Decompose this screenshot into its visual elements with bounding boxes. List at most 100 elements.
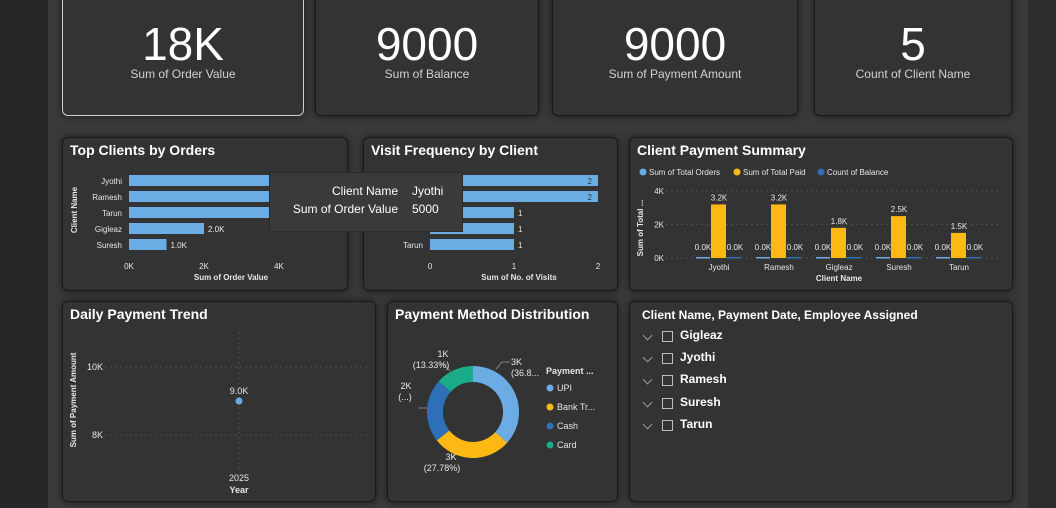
chevron-down-icon[interactable] bbox=[642, 419, 653, 430]
x-tick: Ramesh bbox=[764, 263, 794, 272]
checkbox[interactable] bbox=[662, 420, 673, 431]
data-label: 1 bbox=[518, 209, 523, 218]
bar-paid bbox=[771, 204, 786, 258]
chevron-down-icon[interactable] bbox=[642, 330, 653, 341]
checkbox[interactable] bbox=[662, 353, 673, 364]
x-tick: Jyothi bbox=[709, 263, 730, 272]
x-axis-title: Sum of Order Value bbox=[194, 273, 269, 282]
data-label: 9.0K bbox=[230, 386, 249, 396]
chevron-down-icon[interactable] bbox=[642, 374, 653, 385]
kpi-label: Sum of Order Value bbox=[130, 67, 236, 81]
payment-method-chart[interactable]: Payment Method Distribution 3K (36.8... … bbox=[387, 301, 618, 502]
checkbox[interactable] bbox=[662, 331, 673, 342]
tooltip-value-order-value: 5000 bbox=[412, 202, 439, 216]
chevron-down-icon[interactable] bbox=[642, 397, 653, 408]
slice-label-cash-value: 2K bbox=[400, 381, 411, 391]
daily-trend-chart[interactable]: Daily Payment Trend Sum of Payment Amoun… bbox=[62, 301, 376, 502]
data-label: 0.0K bbox=[935, 243, 952, 252]
slicer-item[interactable]: Suresh bbox=[642, 395, 842, 415]
data-point bbox=[235, 397, 243, 405]
chevron-down-icon[interactable] bbox=[642, 352, 653, 363]
y-tick: Gigleaz bbox=[95, 225, 122, 234]
kpi-card-client-count[interactable]: 5 Count of Client Name bbox=[814, 0, 1012, 116]
data-label: 1.5K bbox=[951, 222, 968, 231]
y-tick: 8K bbox=[92, 430, 103, 440]
tooltip-key-order-value: Sum of Order Value bbox=[292, 202, 398, 216]
data-label: 0.0K bbox=[967, 243, 984, 252]
y-tick: Jyothi bbox=[101, 177, 122, 186]
data-label: 2.5K bbox=[891, 205, 908, 214]
checkbox[interactable] bbox=[662, 398, 673, 409]
donut-slice bbox=[427, 381, 451, 441]
slicer-item[interactable]: Jyothi bbox=[642, 350, 842, 370]
legend-label: Sum of Total Orders bbox=[649, 168, 720, 177]
slicer-title: Client Name, Payment Date, Employee Assi… bbox=[642, 308, 918, 322]
slicer-item-label: Tarun bbox=[680, 417, 713, 431]
bar-orders bbox=[756, 257, 770, 259]
slice-label-bank-pct: (27.78%) bbox=[424, 463, 461, 473]
kpi-card-balance[interactable]: 9000 Sum of Balance bbox=[315, 0, 539, 116]
x-tick: Suresh bbox=[886, 263, 911, 272]
kpi-card-order-value[interactable]: 18K Sum of Order Value bbox=[62, 0, 304, 116]
tooltip-key-client: Client Name bbox=[331, 184, 398, 198]
data-label: 2.0K bbox=[208, 225, 225, 234]
y-tick: Tarun bbox=[403, 241, 423, 250]
data-label: 3.2K bbox=[771, 193, 788, 202]
x-axis-title: Year bbox=[229, 485, 249, 495]
payment-summary-chart[interactable]: Client Payment Summary Sum of Total ... … bbox=[629, 137, 1013, 291]
payment-method-svg: 3K (36.8... 1K (13.33%) 2K (...) 3K (27.… bbox=[398, 349, 595, 473]
slicer-item-label: Jyothi bbox=[680, 350, 716, 364]
data-label: 0.0K bbox=[755, 243, 772, 252]
y-axis-title: Sum of Payment Amount bbox=[69, 352, 78, 447]
slice-label-upi-value: 3K bbox=[511, 357, 522, 367]
slice-label-card-pct: (13.33%) bbox=[413, 360, 450, 370]
y-tick: 0K bbox=[654, 254, 664, 263]
client-slicer[interactable]: Client Name, Payment Date, Employee Assi… bbox=[629, 301, 1013, 502]
x-tick: 2025 bbox=[229, 473, 249, 483]
x-tick: 1 bbox=[512, 262, 517, 271]
kpi-value: 18K bbox=[142, 18, 224, 70]
kpi-card-payment-amount[interactable]: 9000 Sum of Payment Amount bbox=[552, 0, 798, 116]
data-label: 1.8K bbox=[831, 217, 848, 226]
bar-balance bbox=[907, 257, 921, 259]
data-label: 2 bbox=[588, 193, 593, 202]
kpi-label: Sum of Balance bbox=[384, 67, 470, 81]
bar bbox=[129, 239, 167, 250]
y-tick: Tarun bbox=[102, 209, 122, 218]
legend-label: Sum of Total Paid bbox=[743, 168, 806, 177]
data-label: 0.0K bbox=[847, 243, 864, 252]
checkbox[interactable] bbox=[662, 375, 673, 386]
data-label: 0.0K bbox=[727, 243, 744, 252]
data-label: 0.0K bbox=[875, 243, 892, 252]
slice-label-upi-pct: (36.8... bbox=[511, 368, 539, 378]
legend-marker bbox=[817, 168, 825, 176]
slicer-item[interactable]: Tarun bbox=[642, 417, 842, 437]
bar-balance bbox=[847, 257, 861, 259]
legend-marker bbox=[733, 168, 741, 176]
daily-trend-svg: Sum of Payment Amount 2025 Year 10K 8K 9.0… bbox=[69, 332, 368, 495]
legend-marker bbox=[639, 168, 647, 176]
bar-paid bbox=[831, 227, 846, 258]
slice-label-cash-pct: (...) bbox=[398, 392, 412, 402]
bar bbox=[430, 239, 514, 250]
legend-label: Count of Balance bbox=[827, 168, 889, 177]
legend-marker bbox=[546, 403, 554, 411]
y-tick: 4K bbox=[654, 187, 664, 196]
bar-orders bbox=[936, 257, 950, 259]
slicer-item[interactable]: Ramesh bbox=[642, 372, 842, 392]
data-label: 3.2K bbox=[711, 193, 728, 202]
data-label: 1.0K bbox=[171, 241, 188, 250]
legend-label: Card bbox=[557, 440, 577, 450]
chart-tooltip: Client Name Jyothi Sum of Order Value 50… bbox=[269, 172, 463, 232]
bar-paid bbox=[891, 216, 906, 258]
x-tick: 2 bbox=[596, 262, 601, 271]
x-tick: Tarun bbox=[949, 263, 969, 272]
slicer-item-label: Suresh bbox=[680, 395, 721, 409]
y-axis-title: Sum of Total ... bbox=[636, 200, 645, 257]
slicer-item[interactable]: Gigleaz bbox=[642, 328, 842, 348]
bar-orders bbox=[816, 257, 830, 259]
x-tick: 2K bbox=[199, 262, 209, 271]
bar-orders bbox=[696, 257, 710, 259]
bar-balance bbox=[787, 257, 801, 259]
canvas-right-edge bbox=[1028, 0, 1056, 508]
